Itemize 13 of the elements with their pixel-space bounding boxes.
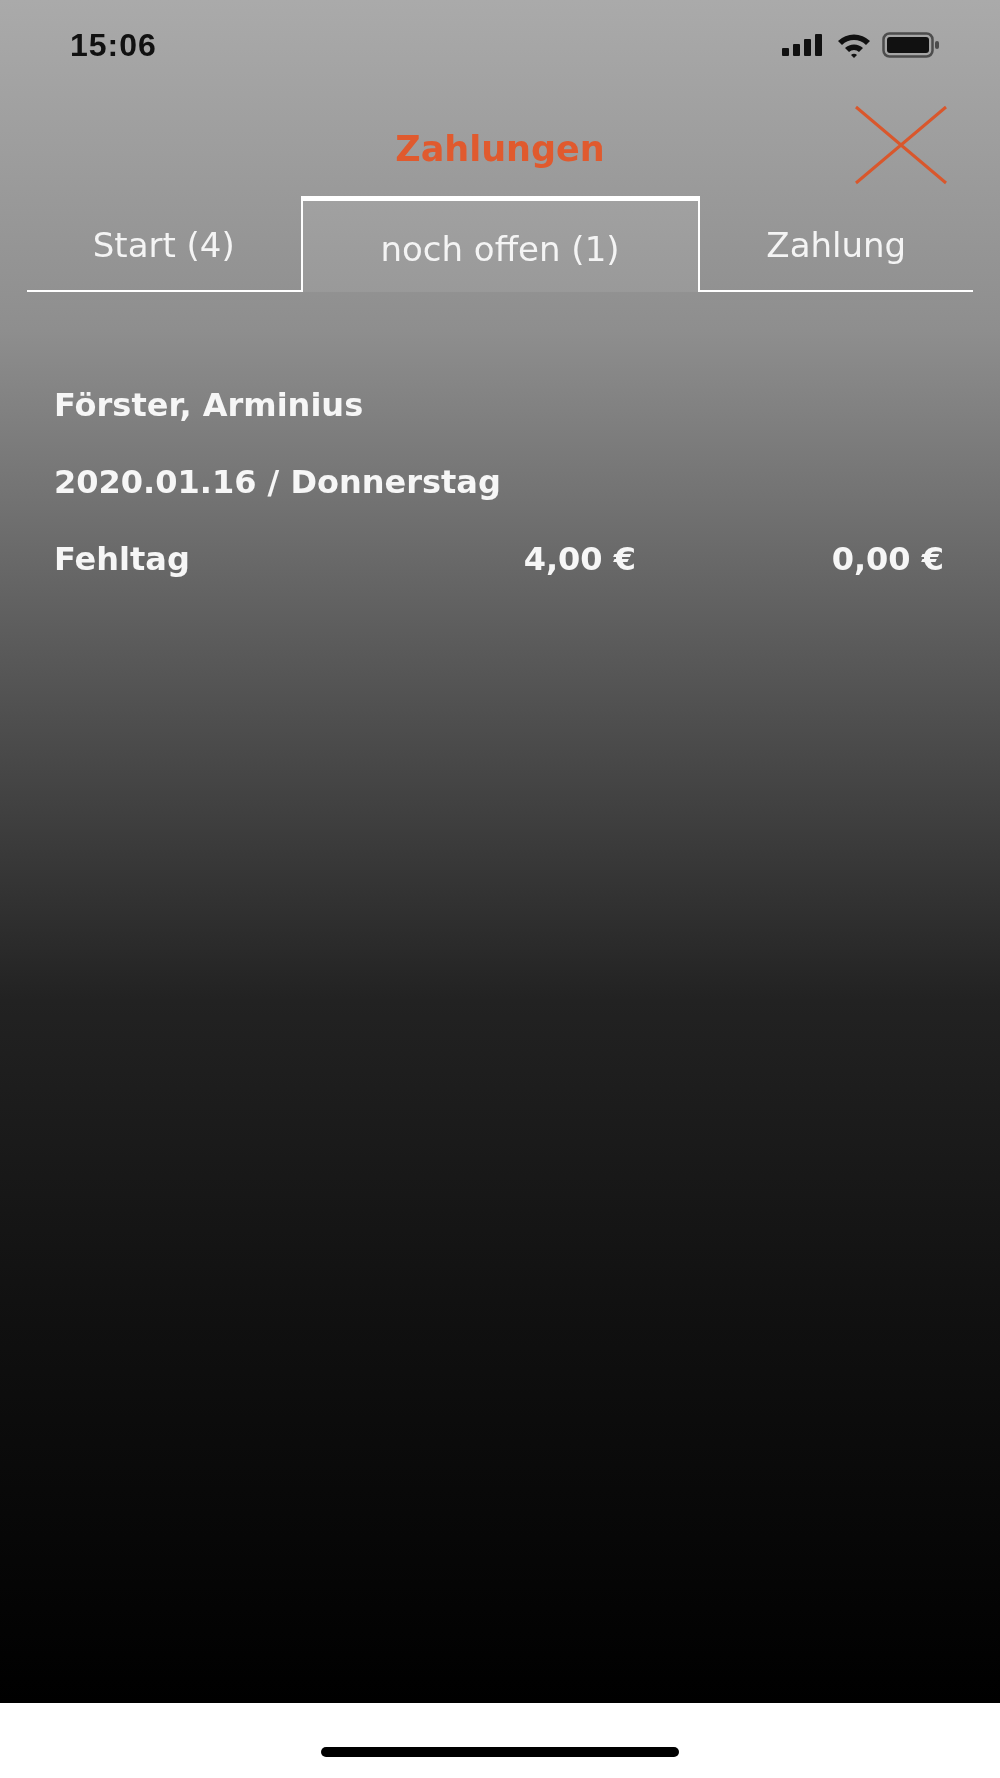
screen-title: Zahlungen <box>395 128 605 169</box>
close-icon[interactable] <box>854 105 948 185</box>
tab[interactable]: noch offen (1) <box>300 196 700 292</box>
entry-type: Fehltag <box>54 539 191 580</box>
battery-icon <box>882 32 940 58</box>
person-name: Förster, Arminius <box>54 385 365 426</box>
status-time: 15:06 <box>70 26 157 64</box>
date-text: 2020.01.16 / Donnerstag <box>54 462 502 503</box>
tab[interactable]: Start (4) <box>27 196 301 292</box>
amount-text: 4,00 € <box>522 539 636 580</box>
wifi-icon <box>836 32 872 58</box>
tab[interactable]: Zahlung <box>699 196 973 292</box>
paid-text: 0,00 € <box>830 539 945 580</box>
